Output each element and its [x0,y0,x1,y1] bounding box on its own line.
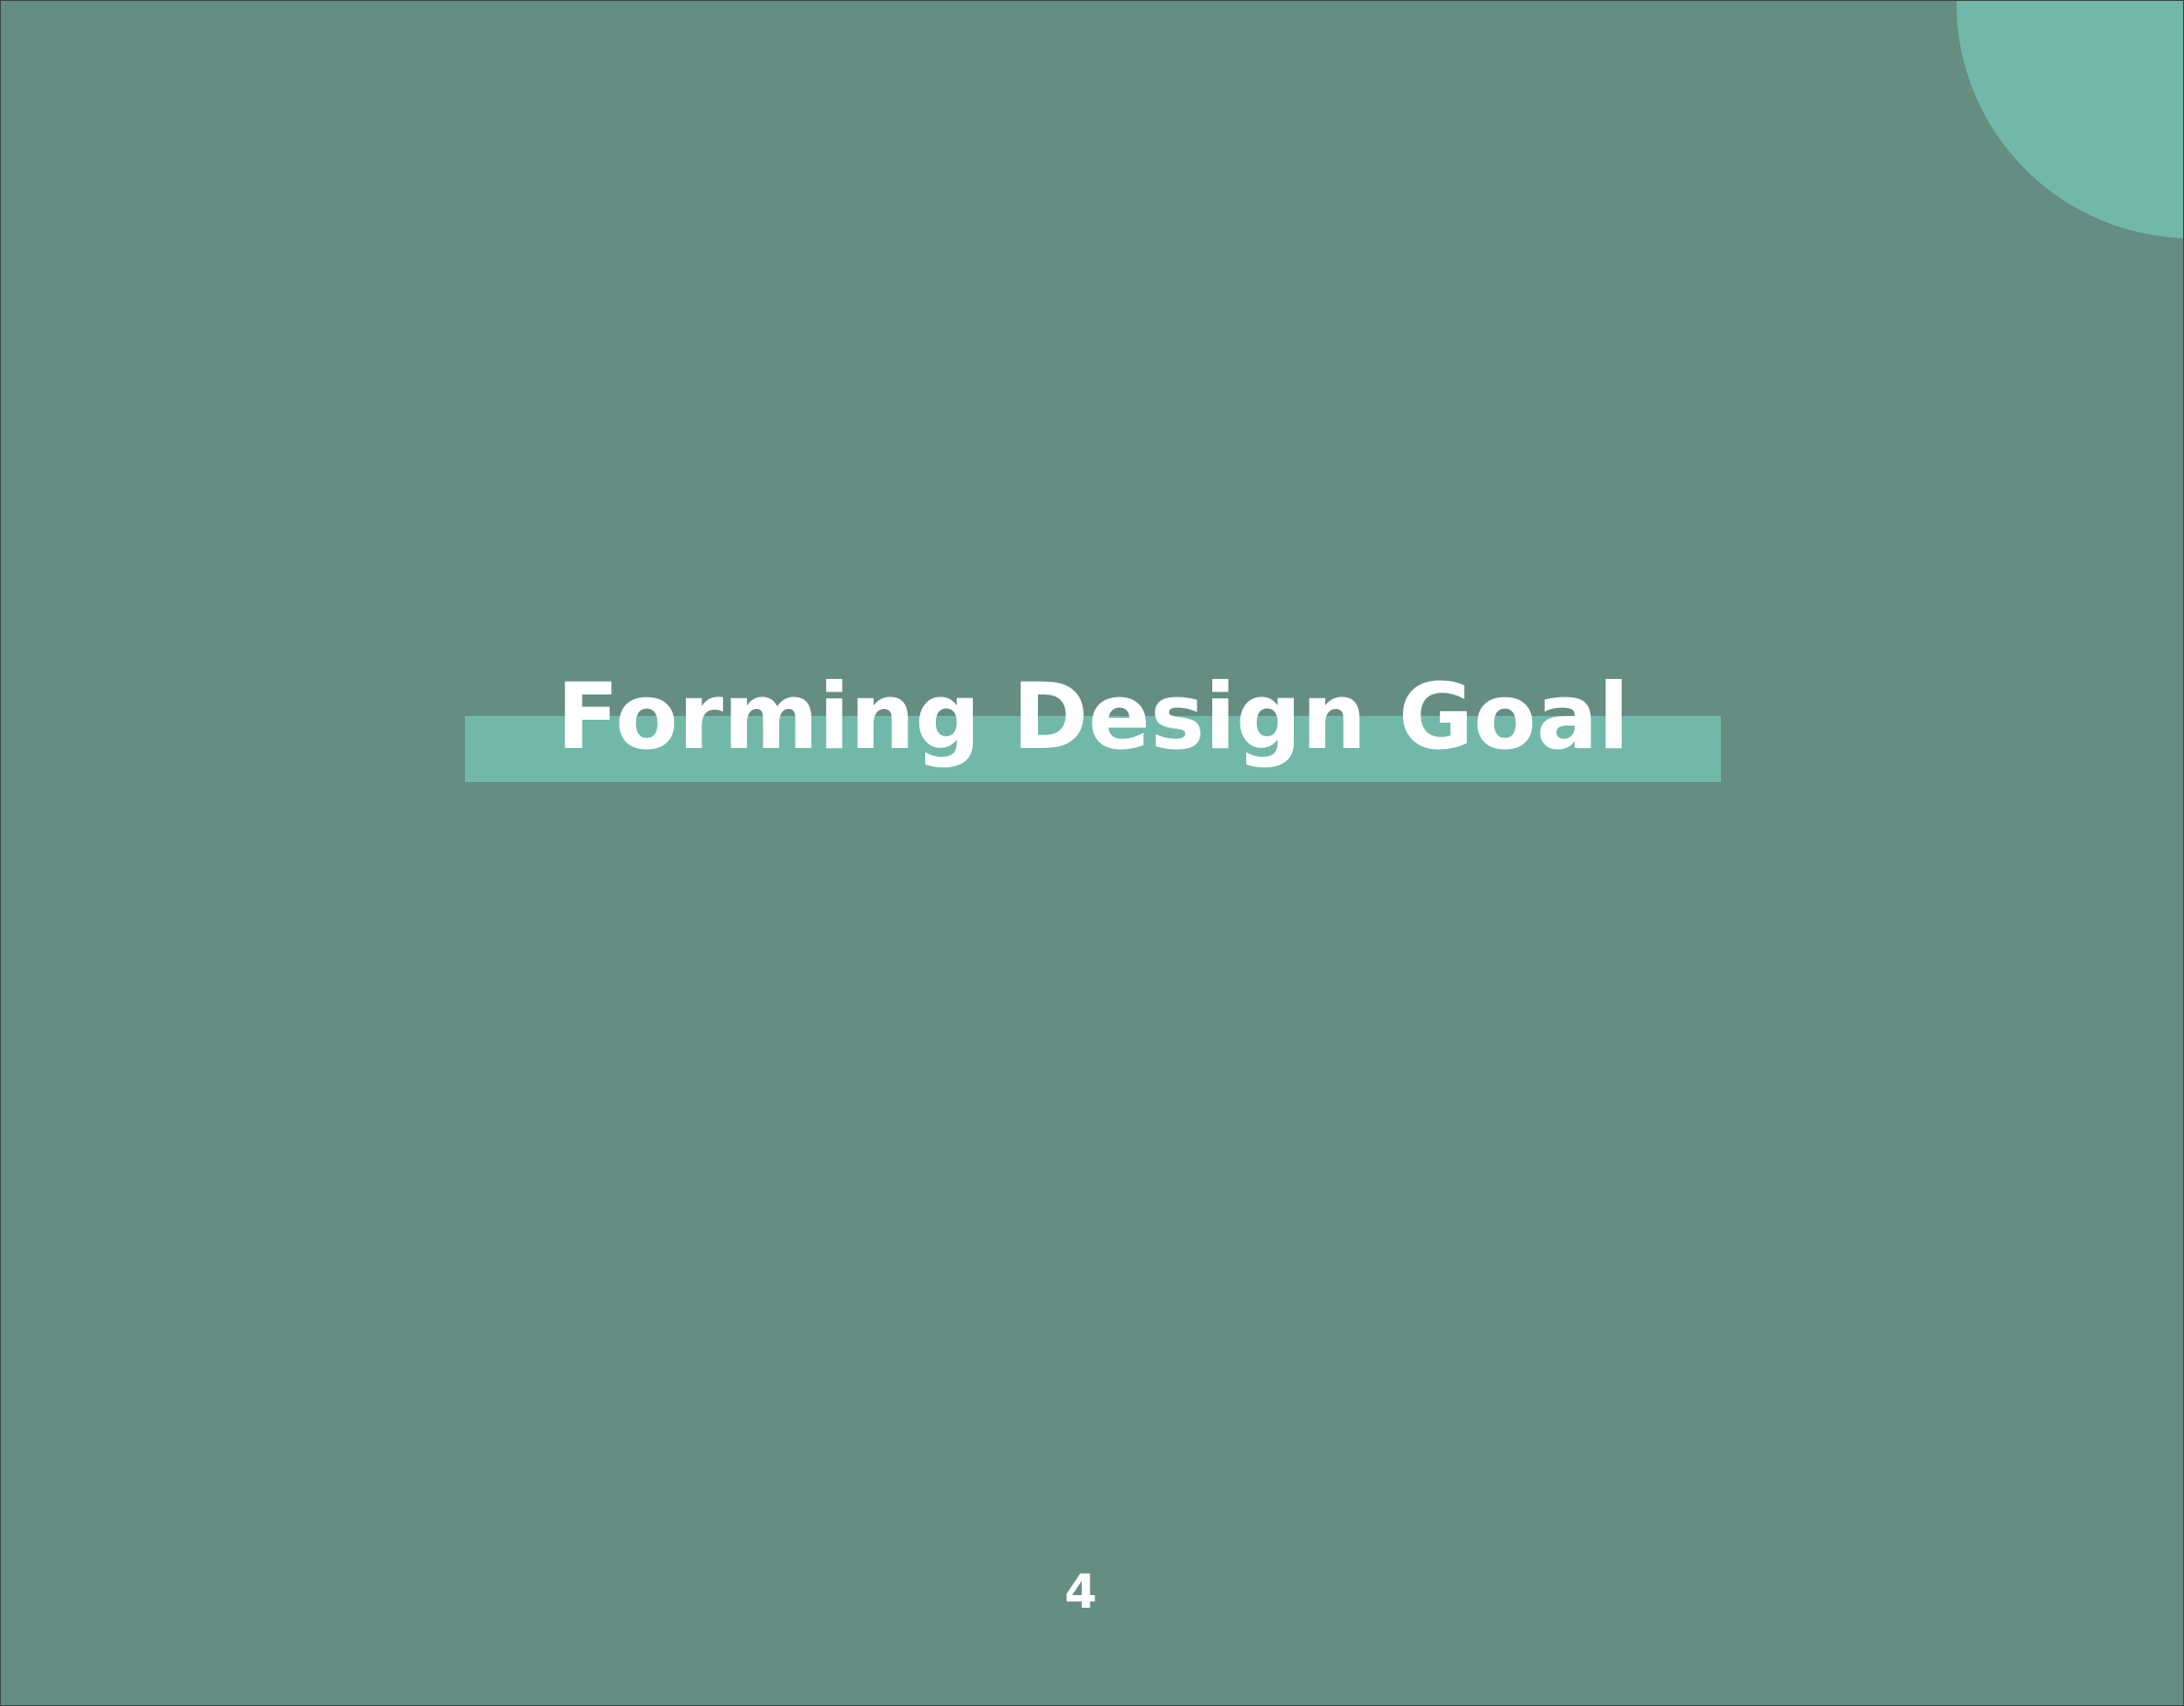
slide-title: Forming Design Goal [556,664,1629,770]
corner-circle-decoration [1956,1,2183,238]
slide: Forming Design Goal 4 [0,0,2184,1706]
page-number: 4 [1064,1565,1097,1619]
